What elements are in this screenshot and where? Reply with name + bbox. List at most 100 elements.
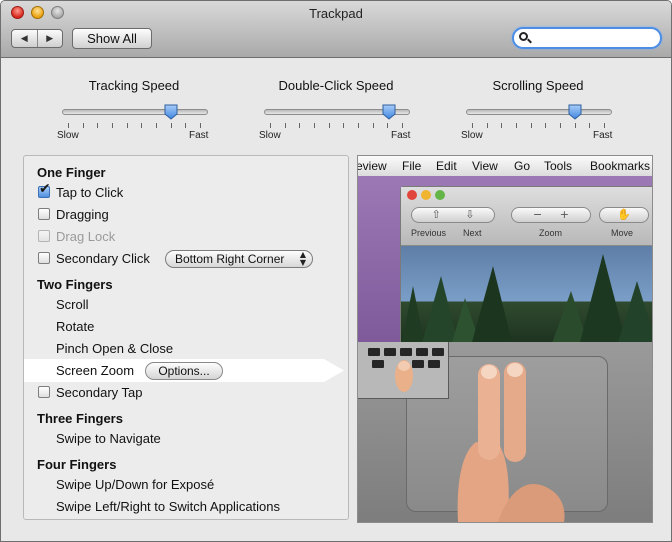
expose-item[interactable]: Swipe Up/Down for Exposé (56, 477, 214, 492)
forest-image (401, 254, 652, 342)
preview-menu-go: Go (514, 159, 531, 173)
double-click-speed-max-label: Fast (391, 130, 411, 141)
preview-forest-photo (401, 246, 652, 342)
slider-tick (185, 123, 186, 128)
tracking-speed-min-label: Slow (57, 130, 79, 141)
slider-track[interactable] (62, 109, 208, 115)
secondary-tap-checkbox[interactable] (38, 386, 50, 398)
four-fingers-header: Four Fingers (37, 457, 117, 472)
preview-menu-bookmarks: Bookmarks (590, 159, 651, 173)
preview-close-light (407, 190, 417, 200)
search-icon-handle (527, 38, 532, 44)
slider-tick (487, 123, 488, 128)
two-fingers-header: Two Fingers (37, 277, 113, 292)
slider-tick (560, 123, 561, 128)
slider-tick (545, 123, 546, 128)
preview-screen: eview File Edit View Go Tools Bookmarks … (358, 156, 652, 342)
preview-menu-tools: Tools (544, 159, 573, 173)
slider-tick (387, 123, 388, 128)
scrolling-speed-label: Scrolling Speed (492, 78, 584, 93)
swipe-to-navigate-item[interactable]: Swipe to Navigate (56, 431, 161, 446)
preview-window: ⇧ ⇩ Previous Next − + Zoom ✋ Move (400, 186, 652, 342)
tap-to-click-label[interactable]: Tap to Click (56, 185, 123, 200)
scrolling-speed-slider[interactable] (466, 104, 612, 131)
search-field[interactable] (512, 27, 662, 49)
preview-menu-view: View (472, 159, 498, 173)
slider-tick (112, 123, 113, 128)
slider-tick (200, 123, 201, 128)
slider-tick (329, 123, 330, 128)
tracking-speed-max-label: Fast (189, 130, 209, 141)
slider-thumb[interactable] (568, 104, 582, 120)
one-finger-header: One Finger (37, 165, 106, 180)
preview-zoom-control: − + (511, 207, 591, 223)
preview-menu-app: eview (358, 159, 387, 173)
slider-tick (68, 123, 69, 128)
slider-tick (83, 123, 84, 128)
slider-tick (358, 123, 359, 128)
forward-arrow-icon[interactable]: ▶ (36, 30, 63, 47)
secondary-click-popup[interactable]: Bottom Right Corner ▲ ▼ (165, 250, 313, 268)
preview-minimize-light (421, 190, 431, 200)
screen-zoom-item[interactable]: Screen Zoom (56, 363, 134, 378)
slider-tick (127, 123, 128, 128)
window-title: Trackpad (309, 6, 363, 21)
slider-tick (343, 123, 344, 128)
slider-tick (171, 123, 172, 128)
rotate-item[interactable]: Rotate (56, 319, 94, 334)
pinch-item[interactable]: Pinch Open & Close (56, 341, 173, 356)
back-forward-control: ◀ ▶ (11, 29, 63, 48)
preview-move-caption: Move (611, 228, 634, 238)
slider-tick (604, 123, 605, 128)
preview-move-control: ✋ (599, 207, 649, 223)
slider-tick (531, 123, 532, 128)
tracking-speed-slider[interactable] (62, 104, 208, 131)
preview-next-caption: Next (463, 228, 482, 238)
slider-tick (156, 123, 157, 128)
drag-lock-checkbox (38, 230, 50, 242)
slider-thumb[interactable] (382, 104, 396, 120)
slider-tick (314, 123, 315, 128)
drag-lock-label: Drag Lock (56, 229, 116, 244)
preview-window-toolbar: ⇧ ⇩ Previous Next − + Zoom ✋ Move (401, 187, 652, 246)
preview-menubar: eview File Edit View Go Tools Bookmarks (358, 156, 652, 176)
tracking-speed-label: Tracking Speed (88, 78, 180, 93)
tap-to-click-checkbox[interactable] (38, 181, 51, 198)
scrolling-speed-min-label: Slow (461, 130, 483, 141)
slider-tick (516, 123, 517, 128)
three-fingers-header: Three Fingers (37, 411, 123, 426)
gesture-preview-video: eview File Edit View Go Tools Bookmarks … (357, 155, 653, 523)
scroll-item[interactable]: Scroll (56, 297, 89, 312)
slider-tick (589, 123, 590, 128)
popup-arrows-icon: ▲ ▼ (299, 250, 306, 267)
show-all-button[interactable]: Show All (72, 28, 152, 49)
preview-zoom-caption: Zoom (539, 228, 563, 238)
two-finger-hand-image (457, 362, 565, 522)
slider-tick (299, 123, 300, 128)
screen-zoom-options-button[interactable]: Options... (145, 362, 223, 380)
switch-applications-item[interactable]: Swipe Left/Right to Switch Applications (56, 499, 280, 514)
secondary-tap-label[interactable]: Secondary Tap (56, 385, 143, 400)
dragging-label[interactable]: Dragging (56, 207, 109, 222)
preview-zoom-light (435, 190, 445, 200)
trackpad-preferences-window: Trackpad ◀ ▶ Show All Tracking Speed Slo… (0, 0, 672, 542)
slider-tick (575, 123, 576, 128)
back-arrow-icon[interactable]: ◀ (12, 30, 37, 47)
secondary-click-popup-value: Bottom Right Corner (175, 252, 285, 266)
preview-menu-edit: Edit (436, 159, 457, 173)
double-click-speed-min-label: Slow (259, 130, 281, 141)
secondary-click-checkbox[interactable] (38, 252, 50, 264)
slider-tick (270, 123, 271, 128)
secondary-click-label[interactable]: Secondary Click (56, 251, 150, 266)
double-click-speed-slider[interactable] (264, 104, 410, 131)
preview-trackpad-area (358, 342, 652, 522)
slider-tick (97, 123, 98, 128)
preview-prev-next-control: ⇧ ⇩ (411, 207, 495, 223)
dragging-checkbox[interactable] (38, 208, 50, 220)
slider-tick (501, 123, 502, 128)
scrolling-speed-max-label: Fast (593, 130, 613, 141)
window-toolbar: Trackpad ◀ ▶ Show All (1, 1, 671, 58)
slider-tick (472, 123, 473, 128)
slider-thumb[interactable] (164, 104, 178, 120)
slider-track[interactable] (466, 109, 612, 115)
